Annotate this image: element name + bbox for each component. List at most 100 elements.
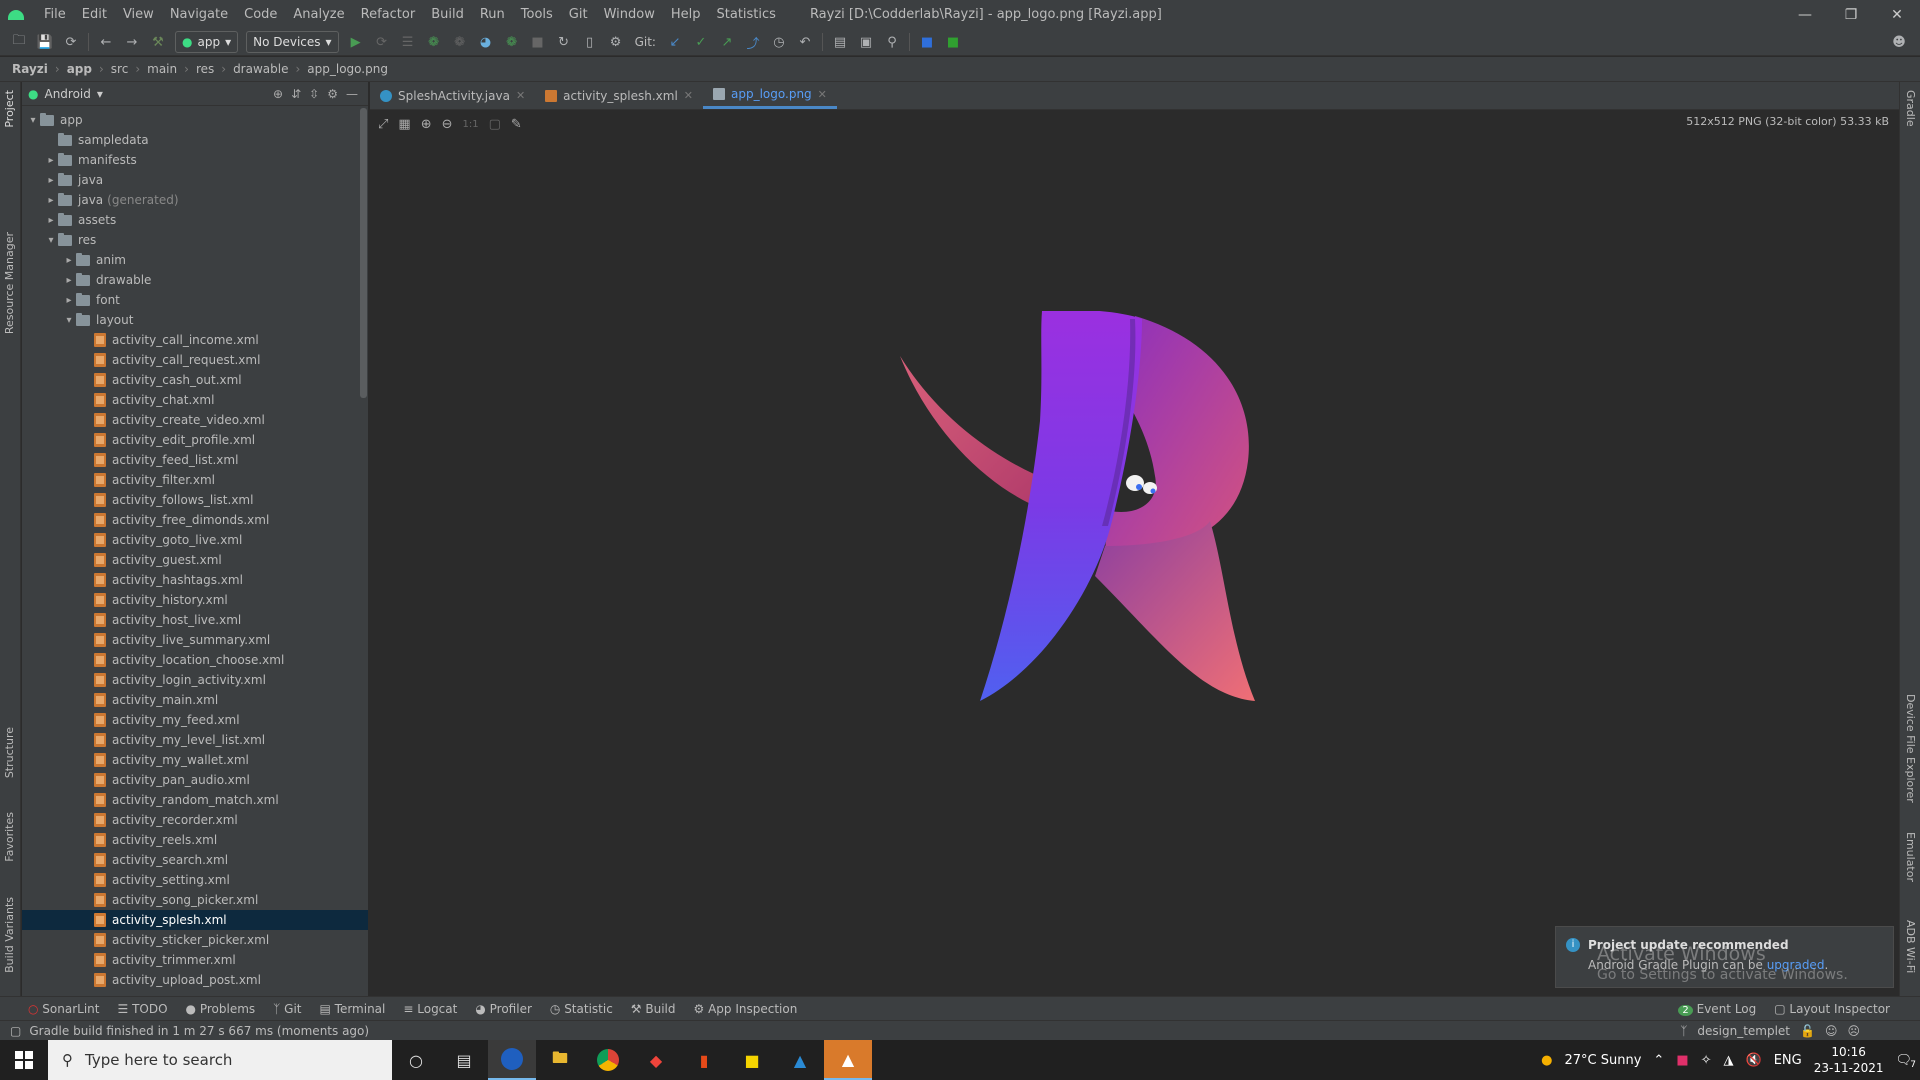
tree-file[interactable]: activity_goto_live.xml bbox=[22, 530, 368, 550]
fit-zoom-icon[interactable]: ⤢ bbox=[378, 117, 388, 132]
git-update-icon[interactable]: ↙ bbox=[664, 31, 686, 53]
background-icon[interactable]: ▢ bbox=[489, 117, 501, 132]
menu-git[interactable]: Git bbox=[561, 0, 596, 29]
chevron-right-icon[interactable]: ▸ bbox=[44, 215, 58, 226]
status-toggle-icon[interactable]: ▢ bbox=[10, 1024, 21, 1038]
menu-statistics[interactable]: Statistics bbox=[709, 0, 784, 29]
tree-drawable[interactable]: ▸ drawable bbox=[22, 270, 368, 290]
rollback-icon[interactable]: ↶ bbox=[794, 31, 816, 53]
taskbar-search[interactable]: ⚲ Type here to search bbox=[48, 1040, 392, 1080]
tool-adb-wifi[interactable]: ADB Wi-Fi bbox=[1904, 920, 1917, 973]
tab-activity-splesh-xml[interactable]: activity_splesh.xml ✕ bbox=[535, 82, 703, 109]
feedback-sad-icon[interactable]: ☹ bbox=[1847, 1024, 1860, 1038]
back-icon[interactable]: ← bbox=[95, 31, 117, 53]
tree-file[interactable]: activity_chat.xml bbox=[22, 390, 368, 410]
tab-splesh-activity-java[interactable]: SpleshActivity.java ✕ bbox=[370, 82, 535, 109]
save-all-icon[interactable]: 💾 bbox=[34, 31, 56, 53]
tool-build-variants[interactable]: Build Variants bbox=[3, 897, 16, 973]
crumb-rayzi[interactable]: Rayzi bbox=[12, 62, 48, 76]
menu-navigate[interactable]: Navigate bbox=[162, 0, 236, 29]
menu-refactor[interactable]: Refactor bbox=[353, 0, 424, 29]
hide-icon[interactable]: — bbox=[346, 87, 358, 101]
tool-layout-inspector[interactable]: ▢ Layout Inspector bbox=[1774, 1002, 1890, 1016]
minimize-icon[interactable]: — bbox=[1782, 0, 1828, 29]
zoom-out-icon[interactable]: ⊖ bbox=[442, 117, 453, 132]
avd-manager-icon[interactable]: ▯ bbox=[579, 31, 601, 53]
crumb-res[interactable]: res bbox=[196, 62, 214, 76]
menu-analyze[interactable]: Analyze bbox=[285, 0, 352, 29]
menu-run[interactable]: Run bbox=[472, 0, 513, 29]
tray-app-icon[interactable]: ■ bbox=[1676, 1053, 1688, 1068]
clock[interactable]: 10:16 23-11-2021 bbox=[1814, 1044, 1884, 1076]
chevron-right-icon[interactable]: ▸ bbox=[62, 275, 76, 286]
taskbar-app-active[interactable] bbox=[488, 1040, 536, 1080]
crumb-main[interactable]: main bbox=[147, 62, 177, 76]
menu-help[interactable]: Help bbox=[663, 0, 709, 29]
tool-resource-manager[interactable]: Resource Manager bbox=[3, 232, 16, 334]
chevron-right-icon[interactable]: ▸ bbox=[44, 175, 58, 186]
tree-file[interactable]: activity_call_income.xml bbox=[22, 330, 368, 350]
tree-file[interactable]: activity_my_level_list.xml bbox=[22, 730, 368, 750]
zoom-in-icon[interactable]: ⊕ bbox=[421, 117, 432, 132]
git-branch[interactable]: design_templet bbox=[1697, 1024, 1790, 1038]
tab-app-logo-png[interactable]: app_logo.png ✕ bbox=[703, 82, 837, 109]
tray-chevron-icon[interactable]: ⌃ bbox=[1653, 1053, 1664, 1068]
close-tab-icon[interactable]: ✕ bbox=[818, 88, 827, 101]
lock-icon[interactable]: 🔓 bbox=[1800, 1024, 1815, 1038]
tree-res[interactable]: ▾ res bbox=[22, 230, 368, 250]
actual-size-button[interactable]: 1:1 bbox=[463, 119, 479, 130]
crumb-drawable[interactable]: drawable bbox=[233, 62, 288, 76]
tool-git[interactable]: ᛉ Git bbox=[273, 1002, 301, 1016]
chevron-right-icon[interactable]: ▸ bbox=[44, 155, 58, 166]
git-merge-icon[interactable]: ⤴ bbox=[742, 31, 764, 53]
plugin-green-icon[interactable]: ■ bbox=[942, 31, 964, 53]
sdk-manager-icon[interactable]: ⚙ bbox=[605, 31, 627, 53]
tree-file[interactable]: activity_reels.xml bbox=[22, 830, 368, 850]
chevron-right-icon[interactable]: ▸ bbox=[62, 295, 76, 306]
chevron-right-icon[interactable]: ▸ bbox=[44, 195, 58, 206]
tree-file[interactable]: activity_host_live.xml bbox=[22, 610, 368, 630]
tree-file[interactable]: activity_my_wallet.xml bbox=[22, 750, 368, 770]
locate-icon[interactable]: ⊕ bbox=[273, 87, 283, 101]
tool-profiler[interactable]: ◕ Profiler bbox=[475, 1002, 532, 1016]
run-config-select[interactable]: ● app ▾ bbox=[175, 31, 239, 53]
project-scrollbar[interactable] bbox=[360, 108, 367, 398]
device-select[interactable]: No Devices ▾ bbox=[246, 31, 339, 53]
cortana-icon[interactable]: ○ bbox=[392, 1040, 440, 1080]
search-icon[interactable]: ⚲ bbox=[881, 31, 903, 53]
start-button[interactable] bbox=[0, 1040, 48, 1080]
crumb-src[interactable]: src bbox=[111, 62, 129, 76]
menu-build[interactable]: Build bbox=[423, 0, 472, 29]
chevron-down-icon[interactable]: ▾ bbox=[44, 235, 58, 246]
tree-file[interactable]: activity_splesh.xml bbox=[22, 910, 368, 930]
close-icon[interactable]: ✕ bbox=[1874, 0, 1920, 29]
tree-file[interactable]: activity_recorder.xml bbox=[22, 810, 368, 830]
chrome-icon[interactable] bbox=[584, 1040, 632, 1080]
tree-file[interactable]: activity_sticker_picker.xml bbox=[22, 930, 368, 950]
tree-file[interactable]: activity_my_feed.xml bbox=[22, 710, 368, 730]
language-indicator[interactable]: ENG bbox=[1774, 1053, 1802, 1068]
tree-file[interactable]: activity_free_dimonds.xml bbox=[22, 510, 368, 530]
profile-icon[interactable]: ◕ bbox=[475, 31, 497, 53]
tree-file[interactable]: activity_edit_profile.xml bbox=[22, 430, 368, 450]
menu-tools[interactable]: Tools bbox=[513, 0, 561, 29]
tool-build[interactable]: ⚒ Build bbox=[631, 1002, 676, 1016]
tree-file[interactable]: activity_hashtags.xml bbox=[22, 570, 368, 590]
attach-debugger-icon[interactable]: ❁ bbox=[449, 31, 471, 53]
tool-structure[interactable]: Structure bbox=[3, 727, 16, 778]
crumb-file[interactable]: app_logo.png bbox=[307, 62, 388, 76]
menu-edit[interactable]: Edit bbox=[74, 0, 115, 29]
tree-layout[interactable]: ▾ layout bbox=[22, 310, 368, 330]
photos-icon[interactable]: ▲ bbox=[776, 1040, 824, 1080]
tool-sonarlint[interactable]: ○ SonarLint bbox=[28, 1002, 99, 1016]
tool-emulator[interactable]: Emulator bbox=[1904, 832, 1917, 882]
tool-terminal[interactable]: ▤ Terminal bbox=[320, 1002, 386, 1016]
android-studio-taskbar-icon[interactable]: ▲ bbox=[824, 1040, 872, 1080]
git-commit-icon[interactable]: ✓ bbox=[690, 31, 712, 53]
tree-file[interactable]: activity_setting.xml bbox=[22, 870, 368, 890]
layout-icon[interactable]: ▣ bbox=[855, 31, 877, 53]
tree-sampledata[interactable]: sampledata bbox=[22, 130, 368, 150]
account-icon[interactable]: ☻ bbox=[1888, 31, 1910, 53]
tree-file[interactable]: activity_trimmer.xml bbox=[22, 950, 368, 970]
tree-file[interactable]: activity_login_activity.xml bbox=[22, 670, 368, 690]
